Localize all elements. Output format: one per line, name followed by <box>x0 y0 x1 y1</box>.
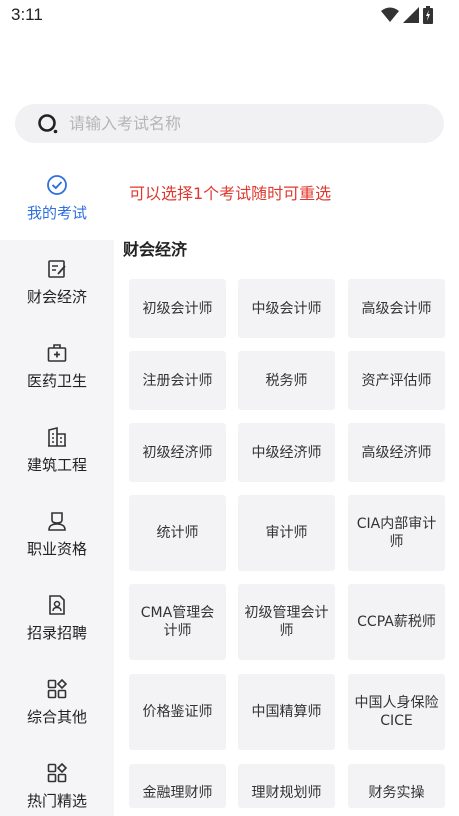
exam-tile-label: 中级会计师 <box>251 300 322 317</box>
exam-tile[interactable]: 中级会计师 <box>238 279 335 338</box>
exam-tile-label: 审计师 <box>265 525 308 541</box>
search-bar[interactable] <box>15 104 444 143</box>
sidebar-item-professional-qualification[interactable]: 职业资格 <box>0 492 114 576</box>
grid-apps-icon <box>47 762 68 782</box>
sidebar-item-finance-economics[interactable]: 财会经济 <box>0 240 114 324</box>
exam-tile[interactable]: 高级经济师 <box>348 423 445 482</box>
exam-tile[interactable]: 中国人身保险CICE <box>348 674 445 750</box>
sidebar-item-label: 医药卫生 <box>26 371 87 390</box>
sidebar-item-label: 综合其他 <box>26 707 87 726</box>
exam-tile[interactable]: 高级会计师 <box>348 279 445 338</box>
grid-apps-icon <box>47 678 68 698</box>
sidebar-item-label: 我的考试 <box>26 203 87 222</box>
sidebar-item-hot-picks[interactable]: 热门精选 <box>0 744 114 816</box>
exam-tile[interactable]: CMA管理会计师 <box>129 584 226 660</box>
status-bar: 3:11 <box>0 0 459 32</box>
exam-tile-label: CMA管理会计师 <box>140 605 215 639</box>
selection-notice: 可以选择1个考试随时可重选 <box>129 184 332 203</box>
sidebar-item-recruitment[interactable]: 招录招聘 <box>0 576 114 660</box>
building-icon <box>48 426 66 447</box>
exam-tile-label: 理财规划师 <box>251 785 322 801</box>
signal-icon <box>403 7 419 23</box>
professional-person-icon <box>48 511 66 531</box>
wifi-icon <box>381 7 399 22</box>
exam-tile-label: 价格鉴证师 <box>142 704 213 720</box>
exam-tile[interactable]: 理财规划师 <box>238 764 335 808</box>
category-sidebar: 我的考试 财会经济 医药卫生 建筑工程 职业资格 招录招聘 综合其他 热门精选 <box>0 156 114 816</box>
exam-tile-label: 中级经济师 <box>251 444 322 461</box>
edit-note-icon <box>48 259 66 278</box>
sidebar-item-other[interactable]: 综合其他 <box>0 660 114 744</box>
exam-tile[interactable]: 税务师 <box>238 351 335 410</box>
recruit-document-icon <box>49 594 65 615</box>
exam-tile[interactable]: 中国精算师 <box>238 674 335 750</box>
exam-tile[interactable]: CCPA薪税师 <box>348 584 445 660</box>
exam-tile[interactable]: 统计师 <box>129 495 226 571</box>
sidebar-item-label: 热门精选 <box>26 791 87 810</box>
exam-tile-label: 初级会计师 <box>142 300 213 317</box>
exam-tile-label: 资产评估师 <box>361 372 432 389</box>
exam-tile-label: 税务师 <box>265 372 308 389</box>
exam-tile[interactable]: 审计师 <box>238 495 335 571</box>
sidebar-item-my-exams[interactable]: 我的考试 <box>0 156 114 240</box>
exam-tile-label: 中国精算师 <box>251 704 322 720</box>
exam-tile-label: 高级会计师 <box>361 300 432 317</box>
exam-tile[interactable]: 初级经济师 <box>129 423 226 482</box>
battery-icon <box>423 6 433 24</box>
exam-tile[interactable]: 财务实操 <box>348 764 445 808</box>
exam-tile[interactable]: 资产评估师 <box>348 351 445 410</box>
exam-tile[interactable]: 注册会计师 <box>129 351 226 410</box>
exam-tile-label: 财务实操 <box>368 785 425 801</box>
exam-tile[interactable]: 金融理财师 <box>129 764 226 808</box>
exam-tile-label: 初级经济师 <box>142 444 213 461</box>
exam-tile[interactable]: 初级会计师 <box>129 279 226 338</box>
exam-tile-label: CCPA薪税师 <box>357 614 436 630</box>
check-circle-icon <box>47 174 67 195</box>
status-icons <box>381 6 433 24</box>
exam-tile[interactable]: 初级管理会计师 <box>238 584 335 660</box>
status-time: 3:11 <box>11 5 43 24</box>
sidebar-item-medicine-health[interactable]: 医药卫生 <box>0 324 114 408</box>
sidebar-item-label: 招录招聘 <box>26 623 87 642</box>
sidebar-item-construction[interactable]: 建筑工程 <box>0 408 114 492</box>
exam-tile[interactable]: CIA内部审计师 <box>348 495 445 571</box>
exam-tile-label: 初级管理会计师 <box>244 605 329 639</box>
exam-tile[interactable]: 中级经济师 <box>238 423 335 482</box>
sidebar-item-label: 财会经济 <box>26 287 87 306</box>
exam-tile-label: CIA内部审计师 <box>356 516 437 550</box>
exam-tile-label: 金融理财师 <box>142 785 213 801</box>
exam-tile[interactable]: 价格鉴证师 <box>129 674 226 750</box>
sidebar-item-label: 建筑工程 <box>26 455 87 474</box>
exam-tile-label: 高级经济师 <box>361 444 432 461</box>
search-icon <box>38 113 58 133</box>
medical-kit-icon <box>47 343 67 362</box>
exam-tile-label: 统计师 <box>156 525 199 541</box>
sidebar-item-label: 职业资格 <box>26 539 87 558</box>
section-title: 财会经济 <box>123 240 188 259</box>
search-input[interactable] <box>69 114 399 133</box>
exam-tile-label: 注册会计师 <box>142 372 213 389</box>
exam-tile-label: 中国人身保险CICE <box>354 695 439 729</box>
